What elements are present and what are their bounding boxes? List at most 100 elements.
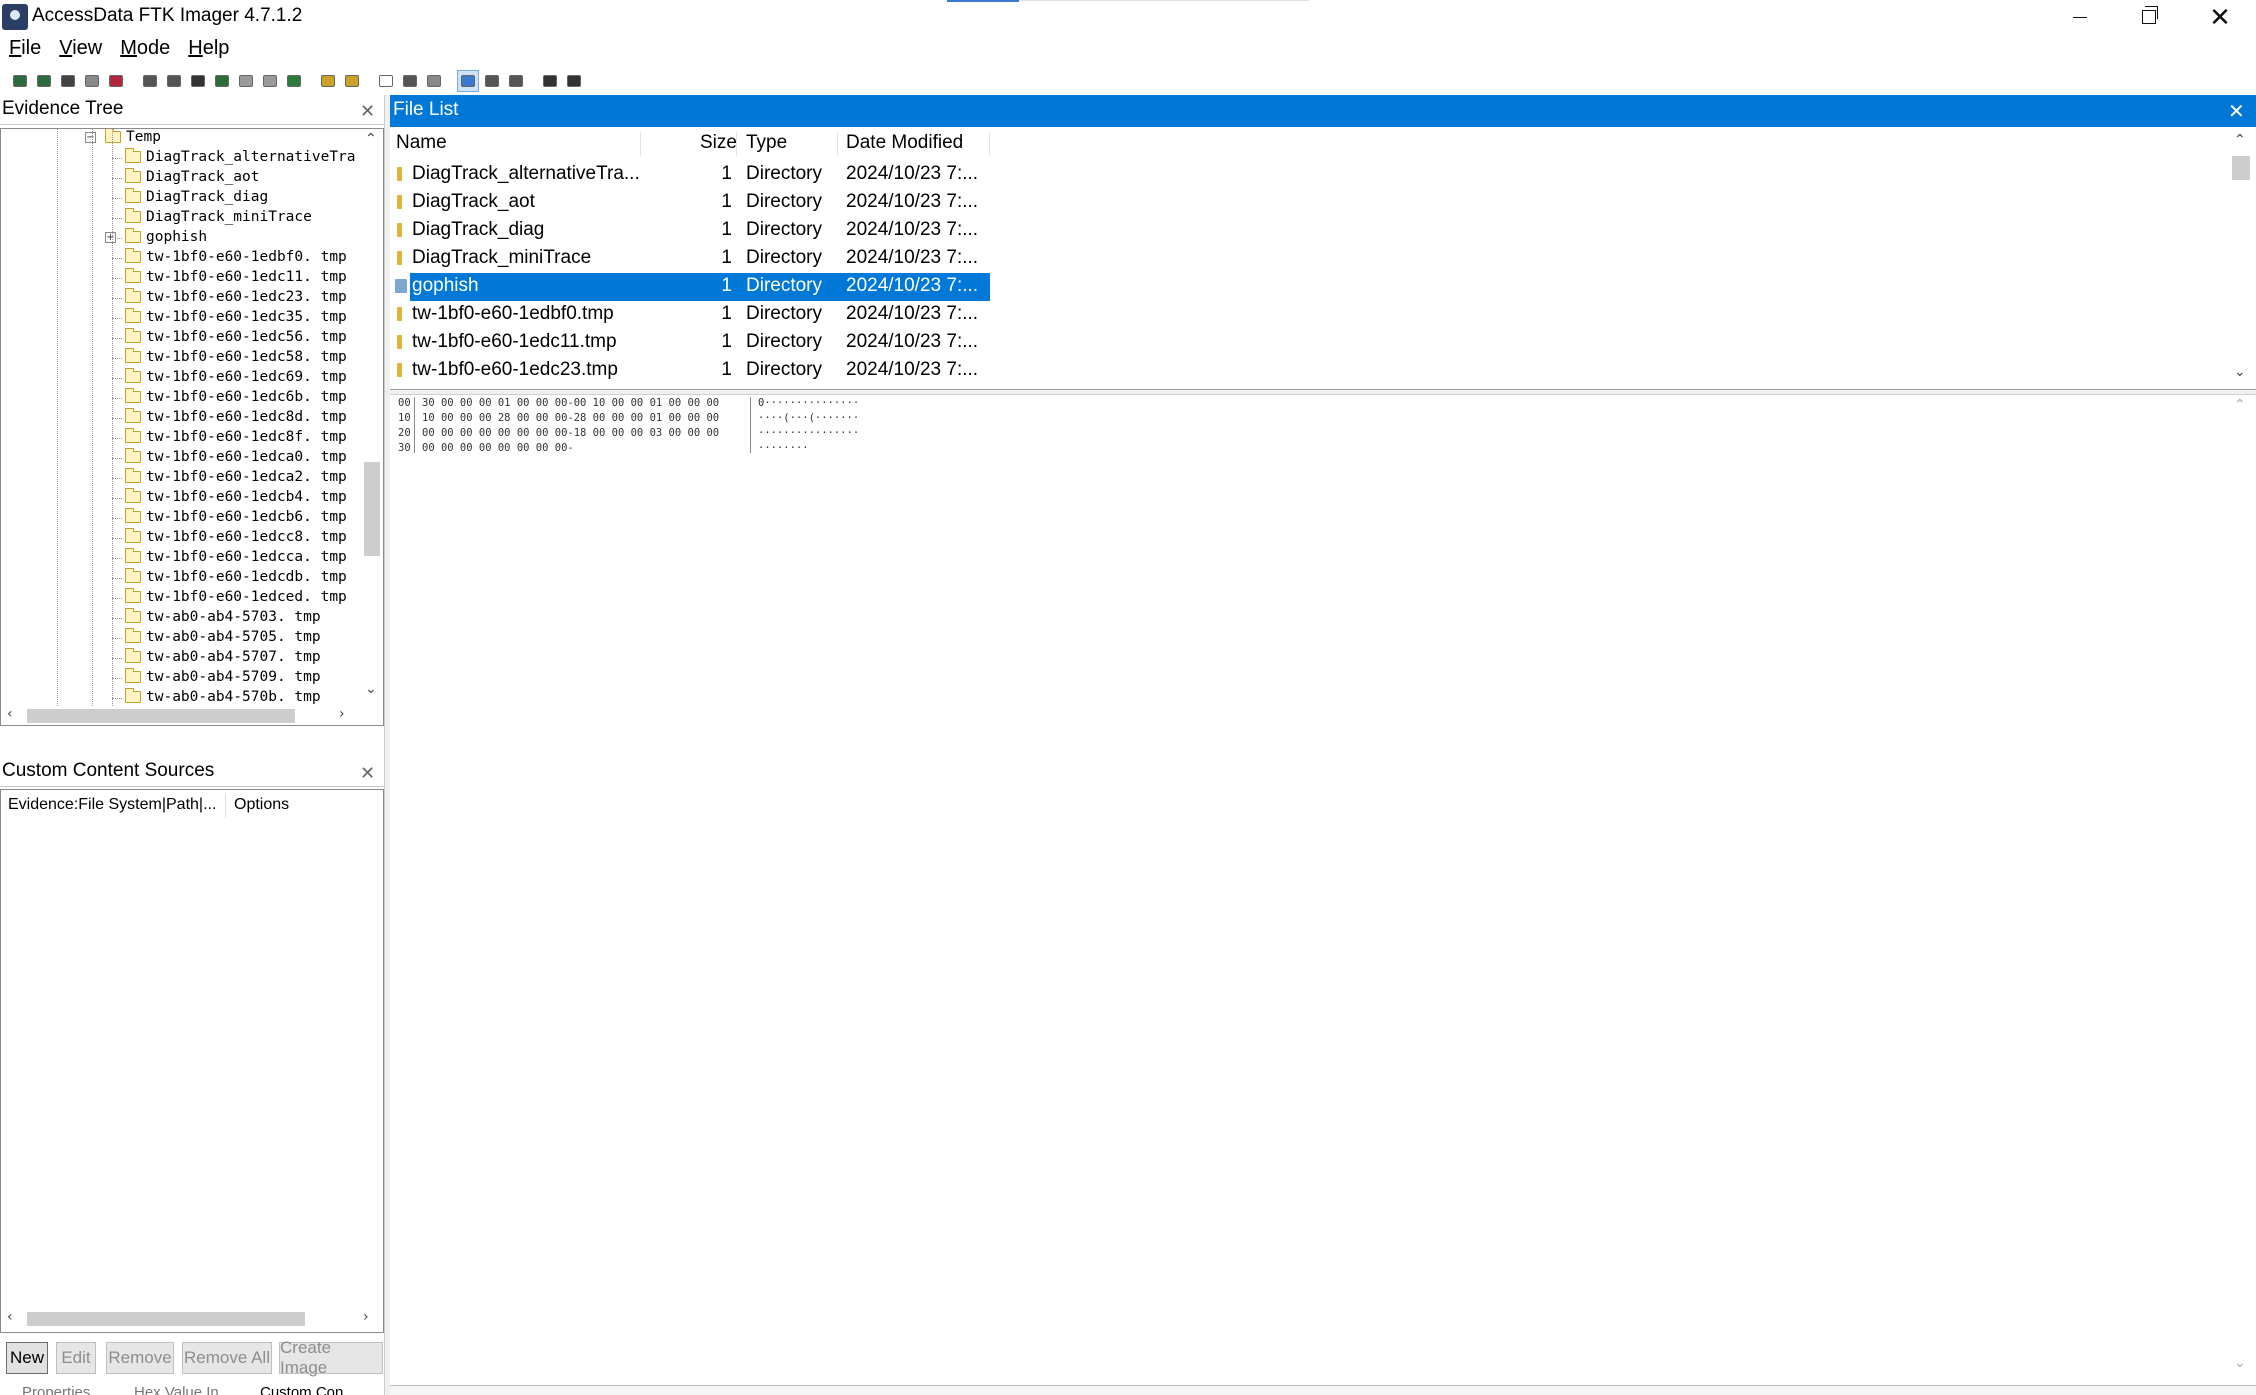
tree-item[interactable]: tw-ab0-ab4-5705. tmp (125, 627, 321, 647)
remove-all-button[interactable]: Remove All (182, 1342, 272, 1374)
tree-item[interactable]: tw-1bf0-e60-1edcb4. tmp (125, 487, 347, 507)
tree-item[interactable]: tw-1bf0-e60-1edcdb. tmp (125, 567, 347, 587)
scroll-right-icon[interactable]: › (339, 706, 345, 722)
tree-item[interactable]: tw-1bf0-e60-1edca2. tmp (125, 467, 347, 487)
restore-button[interactable] (2114, 0, 2184, 34)
file-list[interactable]: Name Size Type Date Modified DiagTrack_a… (390, 130, 2256, 388)
view-hex-button[interactable] (424, 71, 444, 91)
scroll-right-icon[interactable]: › (363, 1309, 369, 1325)
export-hash-list-button[interactable] (318, 71, 338, 91)
ccs-hscroll-thumb[interactable] (27, 1312, 305, 1326)
hex-viewer-vscrollbar[interactable]: ⌃ ⌄ (2228, 395, 2254, 1385)
expand-icon[interactable]: + (105, 232, 116, 243)
view-files-button[interactable] (376, 71, 396, 91)
scroll-up-icon[interactable]: ⌃ (2234, 132, 2246, 148)
capture-memory-button[interactable] (212, 71, 232, 91)
tree-item[interactable]: tw-1bf0-e60-1edc23. tmp (125, 287, 347, 307)
tree-item[interactable]: tw-1bf0-e60-1edc56. tmp (125, 327, 347, 347)
scroll-down-icon[interactable]: ⌄ (2234, 1355, 2246, 1371)
tree-item[interactable]: DiagTrack_diag (125, 187, 268, 207)
custom-content-sources-list[interactable]: Evidence:File System|Path|... Options ‹ … (0, 789, 384, 1333)
tree-item[interactable]: DiagTrack_aot (125, 167, 260, 187)
text-view-button[interactable] (482, 71, 502, 91)
file-list-close-icon[interactable]: ✕ (2228, 99, 2245, 124)
tree-item[interactable]: tw-1bf0-e60-1edc8f. tmp (125, 427, 347, 447)
edit-button[interactable]: Edit (56, 1342, 96, 1374)
create-disk-image-button[interactable] (140, 71, 160, 91)
tree-item[interactable]: tw-1bf0-e60-1edc6b. tmp (125, 387, 347, 407)
tree-item[interactable]: DiagTrack_alternativeTra (125, 147, 356, 167)
menu-help[interactable]: Help (179, 35, 238, 65)
tab-custom-content[interactable]: Custom Con... (260, 1384, 356, 1395)
scroll-up-icon[interactable]: ⌃ (365, 131, 377, 147)
tree-item[interactable]: gophish (125, 227, 207, 247)
tree-item[interactable]: tw-ab0-ab4-5709. tmp (125, 667, 321, 687)
file-row[interactable]: tw-1bf0-e60-1edbf0.tmp 1 Directory 2024/10/… (390, 301, 990, 329)
column-header-date-modified[interactable]: Date Modified (846, 132, 963, 154)
tree-item[interactable]: tw-1bf0-e60-1edcb6. tmp (125, 507, 347, 527)
custom-content-sources-close-icon[interactable]: ✕ (360, 763, 375, 784)
evidence-tree[interactable]: Temp − DiagTrack_alternativeTra DiagTrack_a… (0, 128, 384, 726)
remove-button[interactable]: Remove (106, 1342, 174, 1374)
file-row[interactable]: DiagTrack_miniTrace 1 Directory 2024/10/23 … (390, 245, 990, 273)
evidence-tree-hscrollbar[interactable]: ‹ › (1, 706, 361, 725)
file-row[interactable]: DiagTrack_alternativeTra... 1 Directory 202… (390, 161, 990, 189)
tree-item[interactable]: tw-1bf0-e60-1edc35. tmp (125, 307, 347, 327)
collapse-icon[interactable]: − (85, 132, 96, 143)
menu-view[interactable]: View (50, 35, 111, 65)
tree-item[interactable]: tw-ab0-ab4-5703. tmp (125, 607, 321, 627)
column-header-size[interactable]: Size (700, 132, 737, 154)
file-row[interactable]: DiagTrack_aot 1 Directory 2024/10/23 7:... (390, 189, 990, 217)
tree-item[interactable]: tw-1bf0-e60-1edc58. tmp (125, 347, 347, 367)
column-header-name[interactable]: Name (396, 132, 447, 154)
tree-item[interactable]: Temp (105, 129, 161, 147)
tree-item[interactable]: tw-1bf0-e60-1edced. tmp (125, 587, 347, 607)
column-header-options[interactable]: Options (234, 796, 289, 814)
export-disk-image-button[interactable] (164, 71, 184, 91)
file-row[interactable]: DiagTrack_diag 1 Directory 2024/10/23 7:... (390, 217, 990, 245)
file-row[interactable]: gophish 1 Directory 2024/10/23 7:... (390, 273, 990, 301)
view-text-button[interactable] (400, 71, 420, 91)
tree-item[interactable]: tw-1bf0-e60-1edc69. tmp (125, 367, 347, 387)
tree-item[interactable]: tw-1bf0-e60-1edcca. tmp (125, 547, 347, 567)
column-header-type[interactable]: Type (746, 132, 787, 154)
tab-properties[interactable]: Properties (22, 1384, 90, 1395)
help-button[interactable] (540, 71, 560, 91)
create-image-button[interactable]: Create Image (279, 1338, 383, 1377)
tree-item[interactable]: tw-ab0-ab4-570b. tmp (125, 687, 321, 707)
hex-view-button[interactable] (506, 71, 526, 91)
hex-viewer[interactable]: 00 30 00 00 00 01 00 00 00-00 10 00 00 01… (390, 395, 2256, 1385)
close-button[interactable]: ✕ (2185, 0, 2255, 34)
auto-view-button[interactable] (457, 70, 479, 92)
tree-item[interactable]: tw-1bf0-e60-1edcc8. tmp (125, 527, 347, 547)
minimize-button[interactable] (2045, 0, 2115, 34)
evidence-tree-vscroll-thumb[interactable] (364, 462, 380, 556)
tree-item[interactable]: tw-1bf0-e60-1edc11. tmp (125, 267, 347, 287)
export-files-button[interactable] (284, 71, 304, 91)
evidence-tree-hscroll-thumb[interactable] (27, 709, 295, 723)
ccs-hscrollbar[interactable]: ‹ › (1, 1308, 383, 1330)
scroll-down-icon[interactable]: ⌄ (365, 681, 377, 697)
add-evidence-button[interactable] (10, 71, 30, 91)
remove-all-evidence-button[interactable] (106, 71, 126, 91)
tree-item[interactable]: tw-1bf0-e60-1edc8d. tmp (125, 407, 347, 427)
evidence-tree-vscrollbar[interactable]: ⌃ ⌄ (361, 129, 383, 706)
evidence-tree-close-icon[interactable]: ✕ (360, 101, 375, 122)
scroll-up-icon[interactable]: ⌃ (2234, 397, 2246, 413)
file-list-vscroll-thumb[interactable] (2232, 156, 2250, 180)
scroll-left-icon[interactable]: ‹ (7, 706, 13, 722)
new-button[interactable]: New (6, 1342, 48, 1374)
column-header-evidence[interactable]: Evidence:File System|Path|... (8, 796, 216, 814)
dropdown-button[interactable] (564, 71, 584, 91)
menu-file[interactable]: File (0, 35, 50, 65)
file-row[interactable]: tw-1bf0-e60-1edc23.tmp 1 Directory 2024/10/… (390, 357, 990, 385)
scroll-down-icon[interactable]: ⌄ (2234, 364, 2246, 380)
file-row[interactable]: tw-1bf0-e60-1edc11.tmp 1 Directory 2024/10/… (390, 329, 990, 357)
verify-drive-button[interactable] (342, 71, 362, 91)
add-all-evidence-button[interactable] (34, 71, 54, 91)
tree-item[interactable]: tw-1bf0-e60-1edca0. tmp (125, 447, 347, 467)
image-mounting-button[interactable] (58, 71, 78, 91)
tab-hex-value-interpreter[interactable]: Hex Value In... (134, 1384, 231, 1395)
remove-evidence-button[interactable] (82, 71, 102, 91)
tree-item[interactable]: tw-1bf0-e60-1edbf0. tmp (125, 247, 347, 267)
